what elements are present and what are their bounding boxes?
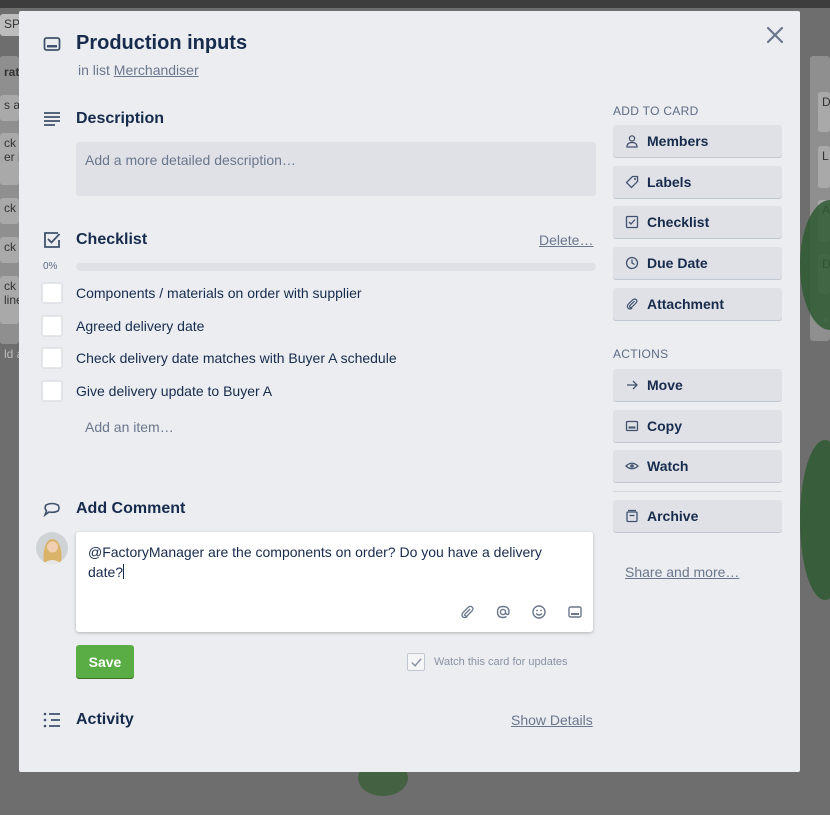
activity-heading: Activity xyxy=(76,711,134,728)
checklist-item-checkbox[interactable] xyxy=(41,380,63,402)
copy-button[interactable]: Copy xyxy=(613,410,782,442)
list-link[interactable]: Merchandiser xyxy=(114,62,199,78)
labels-button-label: Labels xyxy=(647,174,692,190)
comment-text-content: @FactoryManager are the components on or… xyxy=(88,544,542,580)
checklist-button-label: Checklist xyxy=(647,214,710,230)
description-heading: Description xyxy=(76,110,165,127)
checklist-item: Give delivery update to Buyer A xyxy=(41,379,601,403)
eye-icon xyxy=(625,459,639,473)
save-comment-button[interactable]: Save xyxy=(76,645,134,678)
card-icon xyxy=(625,419,639,433)
text-caret xyxy=(123,564,125,579)
archive-button[interactable]: Archive xyxy=(613,500,782,532)
avatar[interactable] xyxy=(36,532,68,564)
card-detail-modal: Production inputs in list Merchandiser D… xyxy=(19,11,800,772)
background-list-title: rat xyxy=(0,62,19,82)
background-card-text: line xyxy=(4,293,19,307)
checkbox-icon xyxy=(625,215,639,229)
background-card-text: er is xyxy=(4,150,19,164)
emoji-icon[interactable] xyxy=(531,604,547,620)
sidebar-divider xyxy=(613,491,782,492)
add-checklist-item-button[interactable]: Add an item… xyxy=(85,419,174,435)
background-card[interactable]: ck t xyxy=(0,237,19,263)
copy-button-label: Copy xyxy=(647,418,682,434)
checklist-item-text[interactable]: Components / materials on order with sup… xyxy=(76,285,362,301)
card-icon xyxy=(42,34,62,54)
due-date-button[interactable]: Due Date xyxy=(613,247,782,279)
board-header-strip xyxy=(0,0,830,8)
checkmark-icon xyxy=(410,657,422,667)
checklist-progress-label: 0% xyxy=(43,261,58,272)
add-to-card-heading: ADD TO CARD xyxy=(613,104,699,118)
delete-checklist-link[interactable]: Delete… xyxy=(539,232,593,248)
checklist-item-checkbox[interactable] xyxy=(41,347,63,369)
checklist-item-checkbox[interactable] xyxy=(41,315,63,337)
background-card[interactable]: ck her is xyxy=(0,133,19,185)
arrow-right-icon xyxy=(625,378,639,392)
card-list-info: in list Merchandiser xyxy=(78,62,199,78)
checklist-progress-bar xyxy=(76,263,596,271)
comment-icon xyxy=(42,500,62,520)
attachment-button[interactable]: Attachment xyxy=(613,288,782,320)
due-date-button-label: Due Date xyxy=(647,255,708,271)
checklist-item: Check delivery date matches with Buyer A… xyxy=(41,346,601,370)
checklist-item-text[interactable]: Give delivery update to Buyer A xyxy=(76,383,272,399)
at-icon[interactable] xyxy=(495,604,511,620)
archive-icon xyxy=(625,509,639,523)
watch-card-checkbox[interactable] xyxy=(407,653,425,671)
members-button-label: Members xyxy=(647,133,709,149)
share-and-more-link[interactable]: Share and more… xyxy=(625,564,739,580)
description-input[interactable]: Add a more detailed description… xyxy=(76,142,596,196)
checklist-button[interactable]: Checklist xyxy=(613,206,782,238)
members-button[interactable]: Members xyxy=(613,125,782,157)
background-card[interactable]: D xyxy=(818,92,830,132)
watch-button[interactable]: Watch xyxy=(613,450,782,482)
add-comment-heading: Add Comment xyxy=(76,500,186,517)
checklist-icon xyxy=(42,230,62,250)
card-icon[interactable] xyxy=(567,604,583,620)
watch-button-label: Watch xyxy=(647,458,689,474)
in-list-prefix: in list xyxy=(78,62,110,78)
watch-card-option: Watch this card for updates xyxy=(407,653,568,671)
show-details-link[interactable]: Show Details xyxy=(511,712,593,728)
person-icon xyxy=(625,134,639,148)
archive-button-label: Archive xyxy=(647,508,699,524)
background-card[interactable]: L xyxy=(818,146,830,188)
comment-input[interactable]: @FactoryManager are the components on or… xyxy=(76,532,593,632)
clock-icon xyxy=(625,256,639,270)
tag-icon xyxy=(625,175,639,189)
labels-button[interactable]: Labels xyxy=(613,166,782,198)
checklist-heading: Checklist xyxy=(76,231,148,248)
activity-icon xyxy=(42,710,62,730)
checklist-item: Agreed delivery date xyxy=(41,314,601,338)
move-button[interactable]: Move xyxy=(613,369,782,401)
checklist-item: Components / materials on order with sup… xyxy=(41,281,601,305)
checklist-item-checkbox[interactable] xyxy=(41,282,63,304)
move-button-label: Move xyxy=(647,377,683,393)
description-icon xyxy=(42,109,62,129)
comment-toolbar xyxy=(459,604,583,620)
background-card[interactable]: s an xyxy=(0,95,19,121)
checklist-item-text[interactable]: Agreed delivery date xyxy=(76,318,204,334)
checklist-item-text[interactable]: Check delivery date matches with Buyer A… xyxy=(76,350,397,366)
background-add-card[interactable]: ld a xyxy=(0,344,19,366)
close-icon xyxy=(766,26,784,44)
card-title[interactable]: Production inputs xyxy=(76,32,247,55)
comment-text[interactable]: @FactoryManager are the components on or… xyxy=(88,542,568,582)
watch-card-label[interactable]: Watch this card for updates xyxy=(434,656,568,668)
paperclip-icon xyxy=(625,297,639,311)
background-card[interactable]: ck iline xyxy=(0,276,19,324)
attachment-button-label: Attachment xyxy=(647,296,725,312)
close-button[interactable] xyxy=(764,24,786,46)
background-card-text: ck i xyxy=(4,279,19,293)
actions-heading: ACTIONS xyxy=(613,347,669,361)
background-card-text: ck h xyxy=(4,136,19,150)
background-card[interactable]: ck i xyxy=(0,198,19,224)
paperclip-icon[interactable] xyxy=(459,604,475,620)
